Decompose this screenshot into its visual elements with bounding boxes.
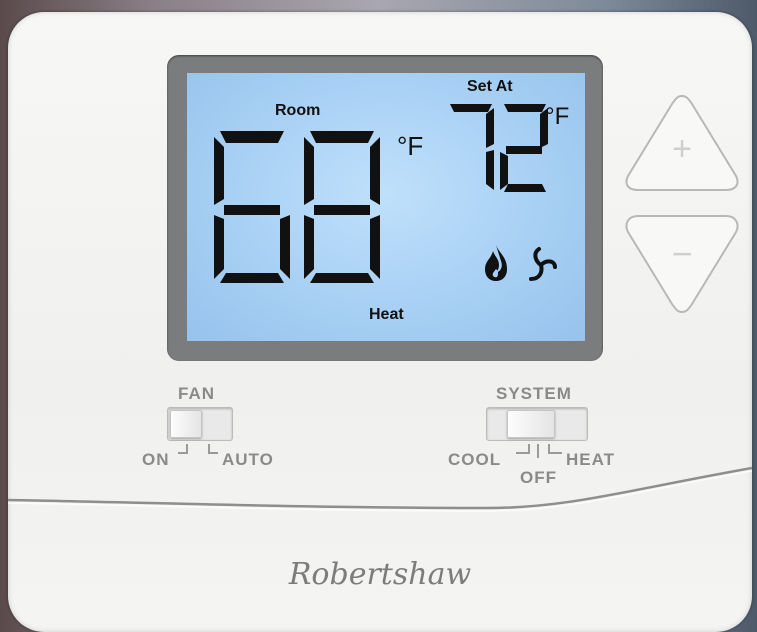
cover-divider [8,466,752,512]
thermostat-body: Room Set At °F °F Heat + − FAN ON AUTO S… [8,12,752,632]
brand-logo: Robertshaw [288,557,472,592]
